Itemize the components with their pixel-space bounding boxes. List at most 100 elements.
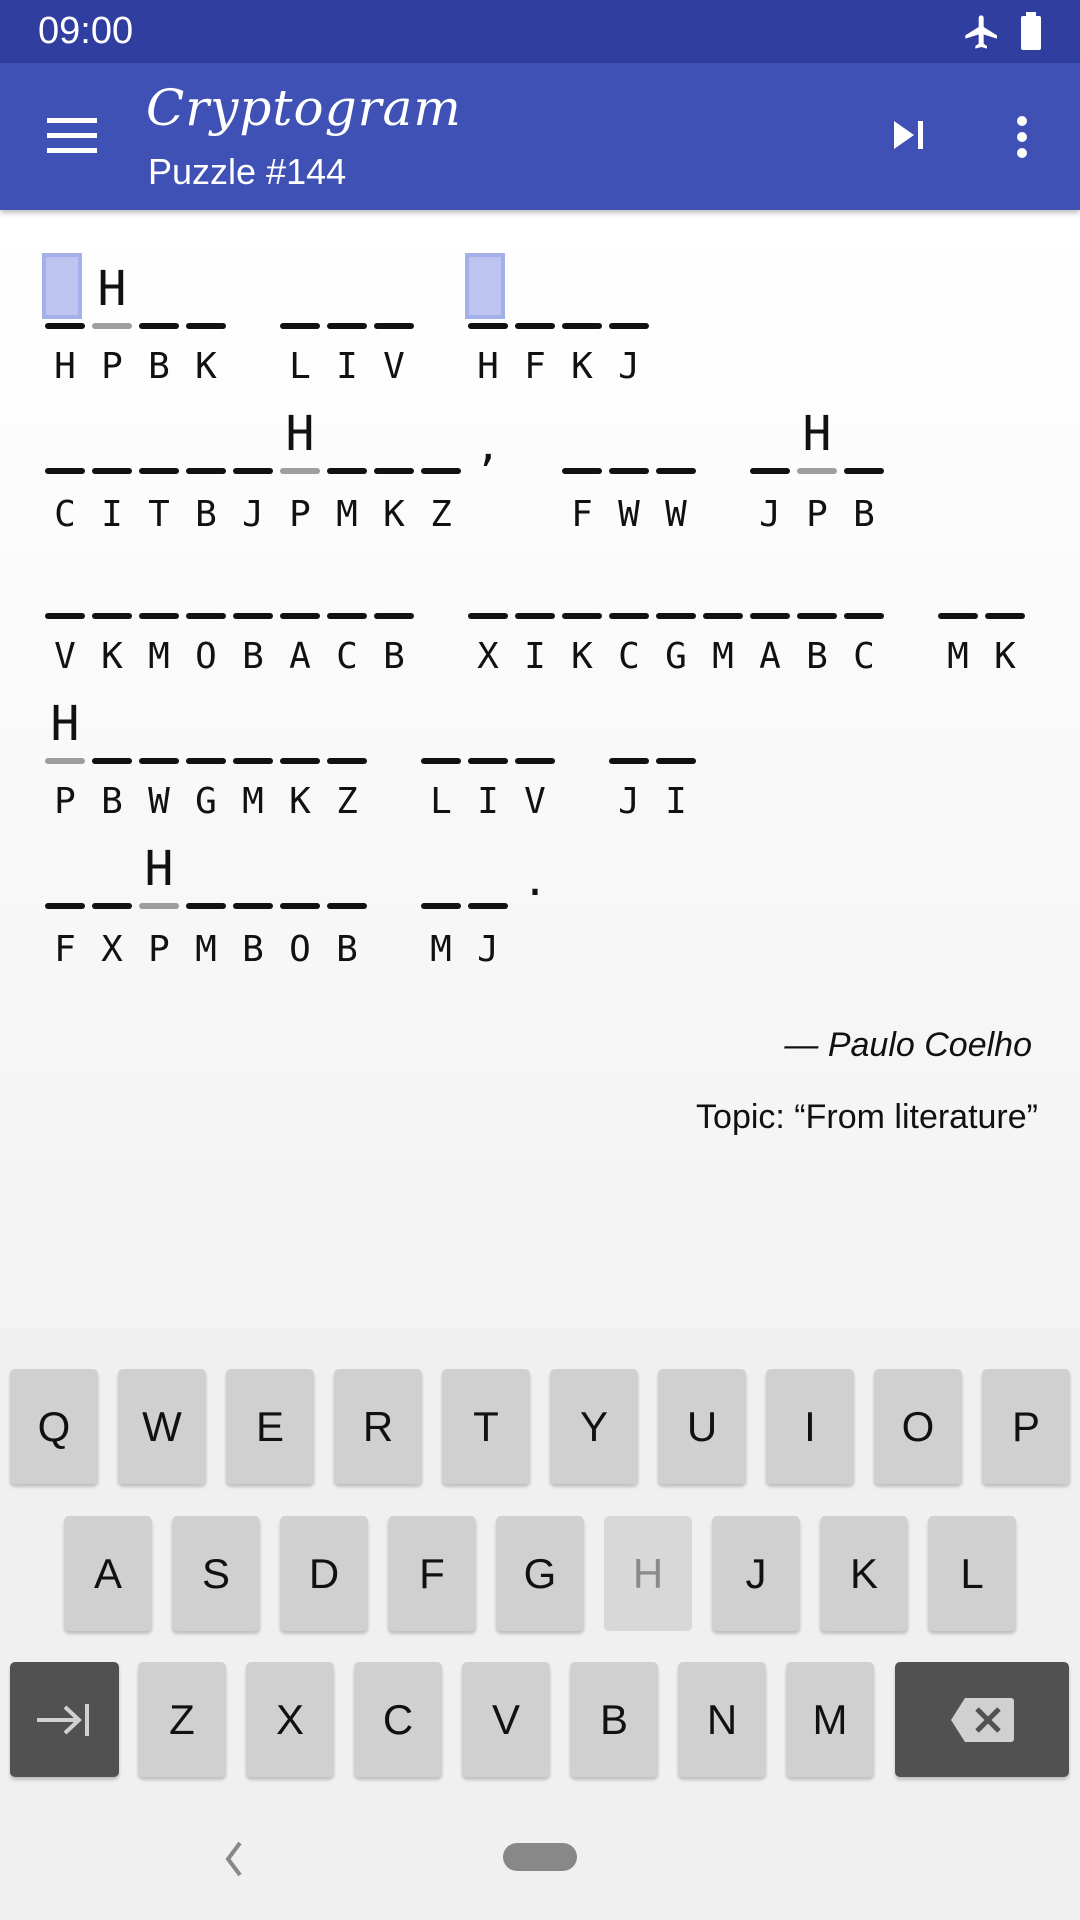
cipher-letter: O xyxy=(195,636,217,677)
key-r[interactable]: R xyxy=(334,1369,422,1484)
key-s[interactable]: S xyxy=(172,1516,260,1631)
cipher-letter: Z xyxy=(336,781,358,822)
cipher-letter: C xyxy=(618,636,640,677)
letter-underline xyxy=(421,758,461,764)
key-v[interactable]: V xyxy=(462,1662,550,1777)
key-t[interactable]: T xyxy=(442,1369,530,1484)
letter-underline xyxy=(374,323,414,329)
cipher-letter: V xyxy=(524,781,546,822)
letter-underline xyxy=(468,758,508,764)
menu-icon[interactable] xyxy=(47,118,97,154)
letter-underline xyxy=(139,903,179,909)
letter-underline xyxy=(468,613,508,619)
letter-underline xyxy=(327,903,367,909)
letter-underline xyxy=(45,323,85,329)
cipher-letter: X xyxy=(477,636,499,677)
key-n[interactable]: N xyxy=(678,1662,766,1777)
cipher-row: FXPMBOB M J. xyxy=(45,859,562,972)
letter-underline xyxy=(186,758,226,764)
cipher-letter: B xyxy=(336,929,358,970)
selected-cell-highlight xyxy=(465,253,505,319)
skip-next-icon[interactable] xyxy=(890,115,930,155)
letter-underline xyxy=(280,758,320,764)
key-a[interactable]: A xyxy=(64,1516,152,1631)
cipher-letter: J xyxy=(618,781,640,822)
cipher-letter: J xyxy=(477,929,499,970)
cipher-letter: M xyxy=(148,636,170,677)
cipher-letter: M xyxy=(947,636,969,677)
letter-underline xyxy=(233,468,273,474)
cipher-letter: H xyxy=(477,346,499,387)
letter-underline xyxy=(92,468,132,474)
key-j[interactable]: J xyxy=(712,1516,800,1631)
key-w[interactable]: W xyxy=(118,1369,206,1484)
letter-underline xyxy=(656,613,696,619)
cipher-letter: W xyxy=(618,494,640,535)
word-gap xyxy=(515,493,555,537)
letter-underline xyxy=(139,468,179,474)
letter-underline xyxy=(45,468,85,474)
cipher-row: HPBK LIV HFKJ xyxy=(45,345,656,389)
cipher-letter: B xyxy=(195,494,217,535)
letter-underline xyxy=(656,468,696,474)
app-bar: Cryptogram Puzzle #144 xyxy=(0,63,1080,210)
key-i[interactable]: I xyxy=(766,1369,854,1484)
key-d[interactable]: D xyxy=(280,1516,368,1631)
key-y[interactable]: Y xyxy=(550,1369,638,1484)
cipher-letter: B xyxy=(148,346,170,387)
cipher-letter: P xyxy=(806,494,828,535)
key-u[interactable]: U xyxy=(658,1369,746,1484)
tab-next-icon[interactable] xyxy=(10,1662,119,1777)
solved-letter: H xyxy=(97,261,127,317)
keyboard: QWERTYUIOP ASDFGHJKL ZXCVBNM xyxy=(0,1329,1080,1920)
letter-underline xyxy=(609,613,649,619)
key-g[interactable]: G xyxy=(496,1516,584,1631)
home-pill-icon[interactable] xyxy=(503,1843,577,1871)
key-z[interactable]: Z xyxy=(138,1662,226,1777)
key-q[interactable]: Q xyxy=(10,1369,98,1484)
key-o[interactable]: O xyxy=(874,1369,962,1484)
back-icon[interactable] xyxy=(222,1839,246,1879)
letter-underline xyxy=(92,613,132,619)
letter-underline xyxy=(938,613,978,619)
letter-underline xyxy=(468,903,508,909)
more-vert-icon[interactable] xyxy=(1004,115,1040,159)
letter-underline xyxy=(515,323,555,329)
solved-letter: H xyxy=(50,696,80,752)
cipher-letter: W xyxy=(148,781,170,822)
cipher-letter: G xyxy=(665,636,687,677)
key-h[interactable]: H xyxy=(604,1516,692,1631)
word-gap xyxy=(421,635,461,679)
cipher-letter: P xyxy=(289,494,311,535)
key-b[interactable]: B xyxy=(570,1662,658,1777)
quote-topic: Topic: “From literature” xyxy=(696,1098,1038,1136)
backspace-icon[interactable] xyxy=(895,1662,1069,1777)
cipher-letter: F xyxy=(54,929,76,970)
key-m[interactable]: M xyxy=(786,1662,874,1777)
letter-underline xyxy=(562,468,602,474)
cipher-letter: B xyxy=(806,636,828,677)
cipher-letter: M xyxy=(712,636,734,677)
battery-icon xyxy=(1021,12,1041,50)
key-l[interactable]: L xyxy=(928,1516,1016,1631)
letter-underline xyxy=(468,323,508,329)
word-gap xyxy=(421,345,461,389)
key-p[interactable]: P xyxy=(982,1369,1070,1484)
letter-underline xyxy=(280,903,320,909)
cipher-letter: G xyxy=(195,781,217,822)
puzzle-number: Puzzle #144 xyxy=(148,151,347,192)
key-x[interactable]: X xyxy=(246,1662,334,1777)
cipher-letter: X xyxy=(101,929,123,970)
key-c[interactable]: C xyxy=(354,1662,442,1777)
letter-underline xyxy=(750,613,790,619)
key-f[interactable]: F xyxy=(388,1516,476,1631)
cipher-letter: J xyxy=(759,494,781,535)
letter-underline xyxy=(45,613,85,619)
cipher-letter: C xyxy=(336,636,358,677)
letter-underline xyxy=(797,468,837,474)
key-e[interactable]: E xyxy=(226,1369,314,1484)
cipher-letter: B xyxy=(242,929,264,970)
word-gap xyxy=(374,780,414,824)
key-k[interactable]: K xyxy=(820,1516,908,1631)
letter-underline xyxy=(45,903,85,909)
